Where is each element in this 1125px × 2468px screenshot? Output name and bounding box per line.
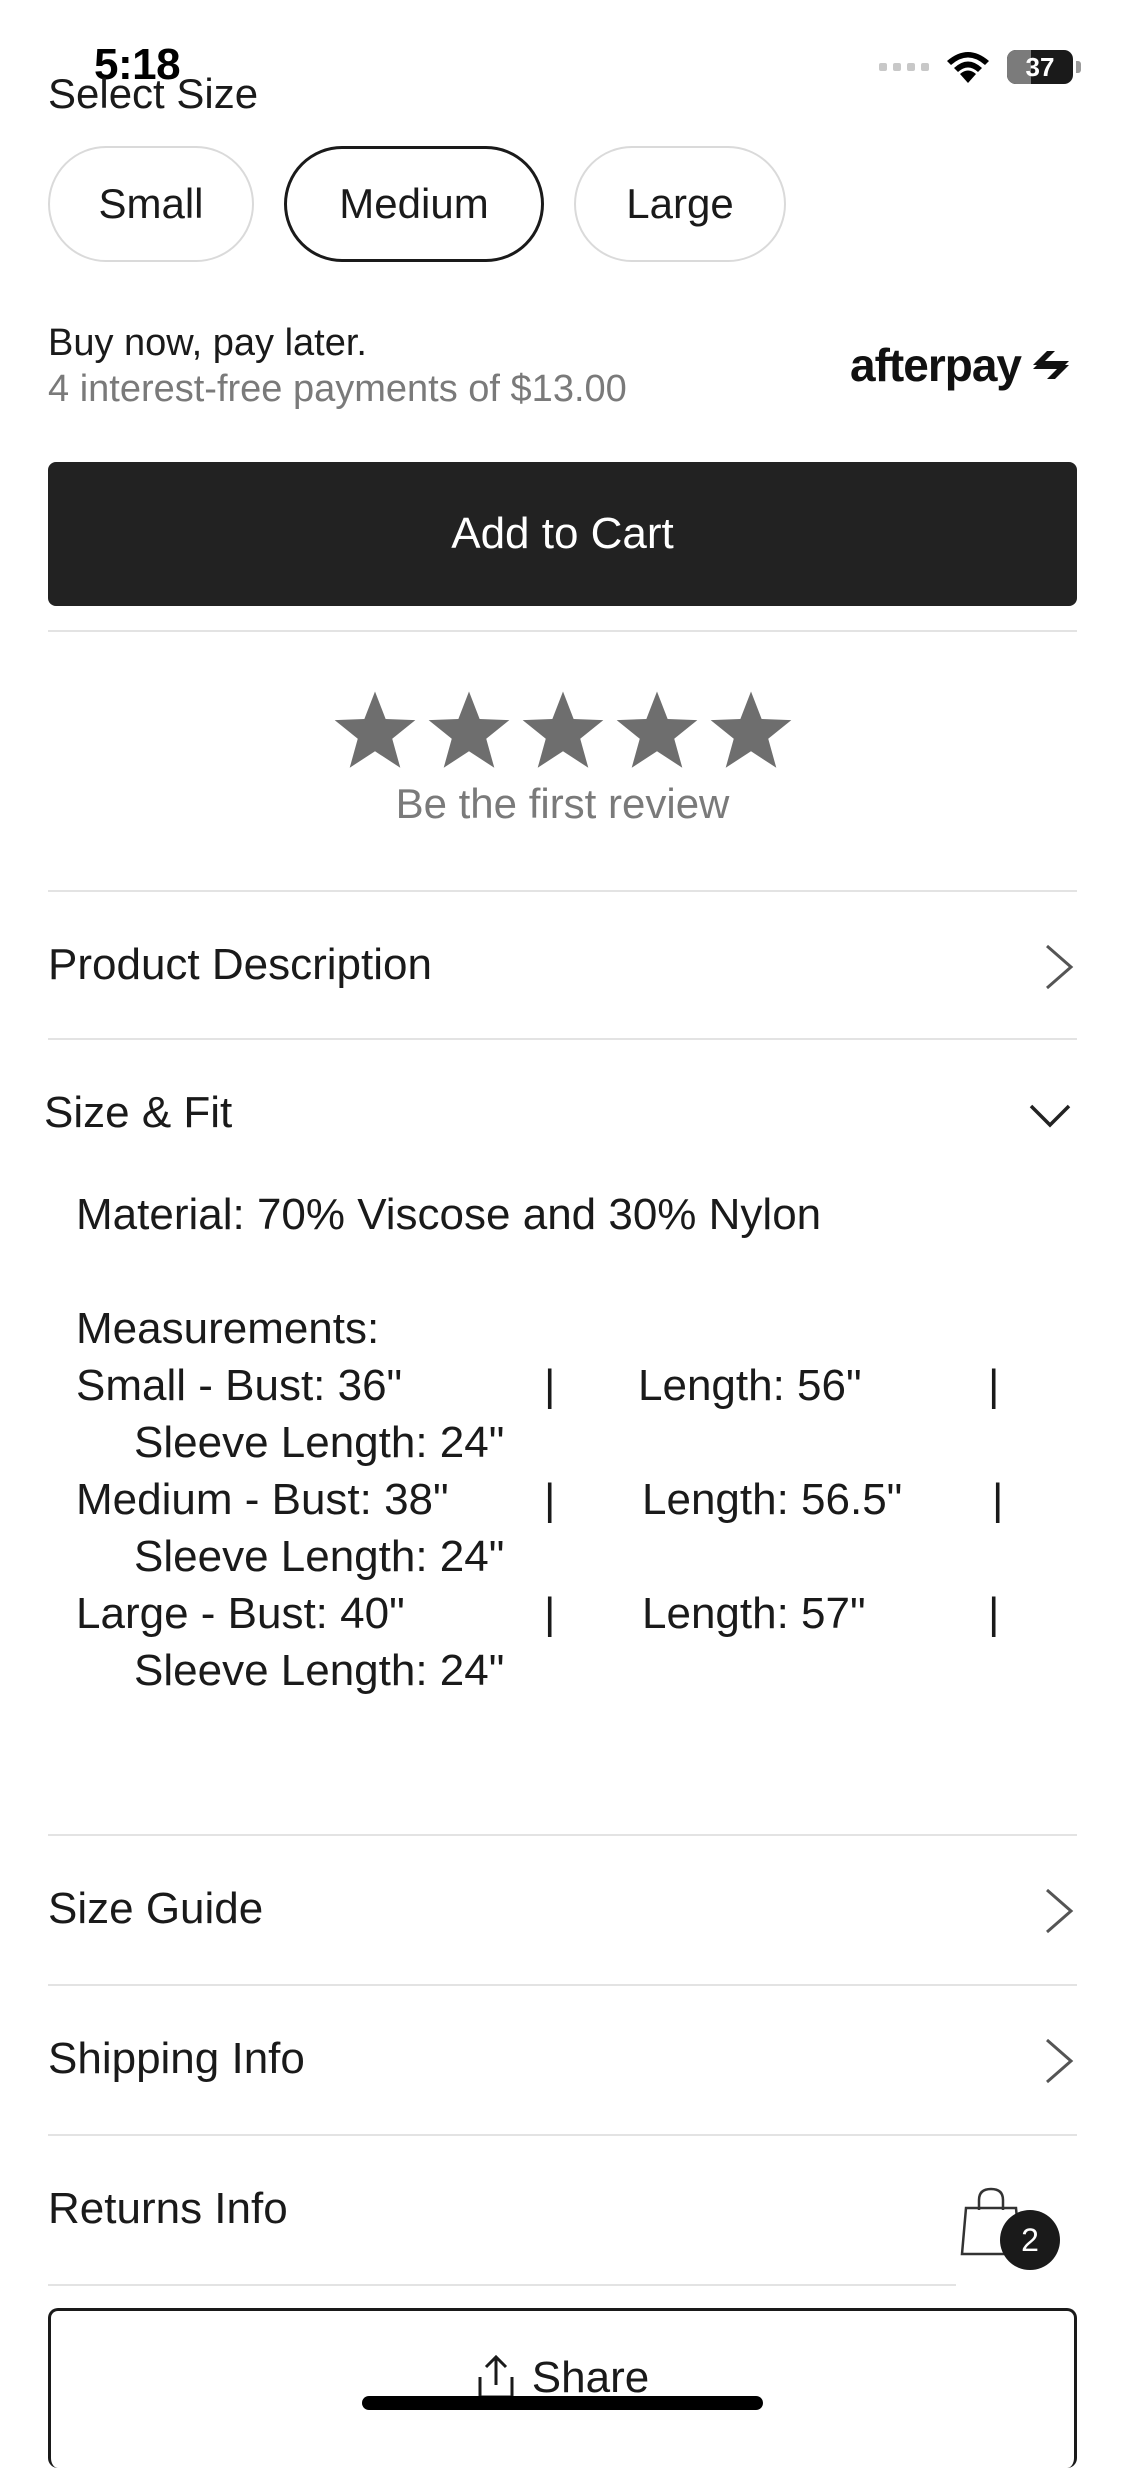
afterpay-logo-text: afterpay bbox=[850, 339, 1022, 391]
size-option-large[interactable]: Large bbox=[574, 146, 786, 262]
size-option-small[interactable]: Small bbox=[48, 146, 254, 262]
status-icons: 37 bbox=[879, 50, 1081, 84]
measurement-row-small: Small - Bust: 36" | Length: 56" | bbox=[76, 1357, 999, 1414]
rating-stars[interactable] bbox=[0, 686, 1125, 774]
measurement-sleeve-text: Sleeve Length: 24" bbox=[134, 1418, 505, 1467]
cart-count-badge[interactable]: 2 bbox=[1000, 2210, 1060, 2270]
chevron-right-icon bbox=[1046, 2038, 1074, 2084]
measurement-sleeve: Sleeve Length: 24" bbox=[76, 1414, 821, 1471]
measurement-row-medium: Medium - Bust: 38" | Length: 56.5" | bbox=[76, 1471, 1003, 1528]
star-icon bbox=[428, 691, 509, 768]
product-description-label: Product Description bbox=[48, 940, 432, 989]
measurement-separator: | bbox=[544, 1475, 556, 1524]
afterpay-arrows-icon bbox=[1033, 351, 1069, 379]
wifi-icon bbox=[947, 52, 989, 83]
home-indicator bbox=[362, 2396, 763, 2410]
chevron-down-icon bbox=[1029, 1104, 1071, 1128]
size-option-medium[interactable]: Medium bbox=[284, 146, 544, 262]
size-options: Small Medium Large bbox=[48, 146, 786, 262]
measurement-size-bust: Small - Bust: 36" bbox=[76, 1361, 403, 1410]
battery-icon: 37 bbox=[1007, 50, 1081, 84]
measurement-row-large: Large - Bust: 40" | Length: 57" | bbox=[76, 1585, 999, 1642]
measurements-title: Measurements: bbox=[76, 1304, 380, 1353]
size-fit-label: Size & Fit bbox=[44, 1088, 233, 1137]
shipping-info-label: Shipping Info bbox=[48, 2034, 305, 2083]
chevron-right-icon bbox=[1046, 944, 1074, 990]
bnpl-title: Buy now, pay later. bbox=[48, 322, 367, 364]
measurement-separator: | bbox=[988, 1589, 1000, 1638]
measurement-separator: | bbox=[992, 1475, 1004, 1524]
measurement-separator: | bbox=[544, 1361, 556, 1410]
measurement-separator: | bbox=[544, 1589, 556, 1638]
add-to-cart-button[interactable]: Add to Cart bbox=[48, 462, 1077, 606]
star-icon bbox=[616, 691, 697, 768]
size-guide-label: Size Guide bbox=[48, 1884, 264, 1933]
afterpay-logo[interactable]: afterpay bbox=[850, 338, 1077, 392]
star-icon bbox=[710, 691, 791, 768]
measurement-size-bust: Medium - Bust: 38" bbox=[76, 1475, 449, 1524]
measurement-length: Length: 56.5" bbox=[642, 1475, 903, 1524]
measurement-length: Length: 56" bbox=[638, 1361, 862, 1410]
measurement-sleeve-text: Sleeve Length: 24" bbox=[134, 1646, 505, 1695]
cellular-signal-icon bbox=[879, 63, 929, 71]
measurement-size-bust: Large - Bust: 40" bbox=[76, 1589, 405, 1638]
material-text: Material: 70% Viscose and 30% Nylon bbox=[76, 1190, 822, 1239]
bnpl-installments: 4 interest-free payments of $13.00 bbox=[48, 368, 627, 410]
divider bbox=[48, 2284, 956, 2286]
returns-info-label: Returns Info bbox=[48, 2184, 288, 2233]
share-icon bbox=[478, 2354, 514, 2399]
divider bbox=[48, 630, 1077, 632]
star-icon bbox=[522, 691, 603, 768]
first-review-link[interactable]: Be the first review bbox=[0, 780, 1125, 828]
size-fit-content: Material: 70% Viscose and 30% Nylon Meas… bbox=[76, 1186, 1003, 1699]
measurement-sleeve-text: Sleeve Length: 24" bbox=[134, 1532, 505, 1581]
share-button[interactable]: Share bbox=[48, 2308, 1077, 2468]
measurement-sleeve: Sleeve Length: 24" bbox=[76, 1528, 821, 1585]
star-icon bbox=[334, 691, 415, 768]
select-size-title: Select Size bbox=[48, 70, 259, 117]
battery-level-text: 37 bbox=[1025, 51, 1055, 82]
measurement-length: Length: 57" bbox=[642, 1589, 866, 1638]
measurement-sleeve: Sleeve Length: 24" bbox=[76, 1642, 821, 1699]
chevron-right-icon bbox=[1046, 1888, 1074, 1934]
measurement-separator: | bbox=[988, 1361, 1000, 1410]
